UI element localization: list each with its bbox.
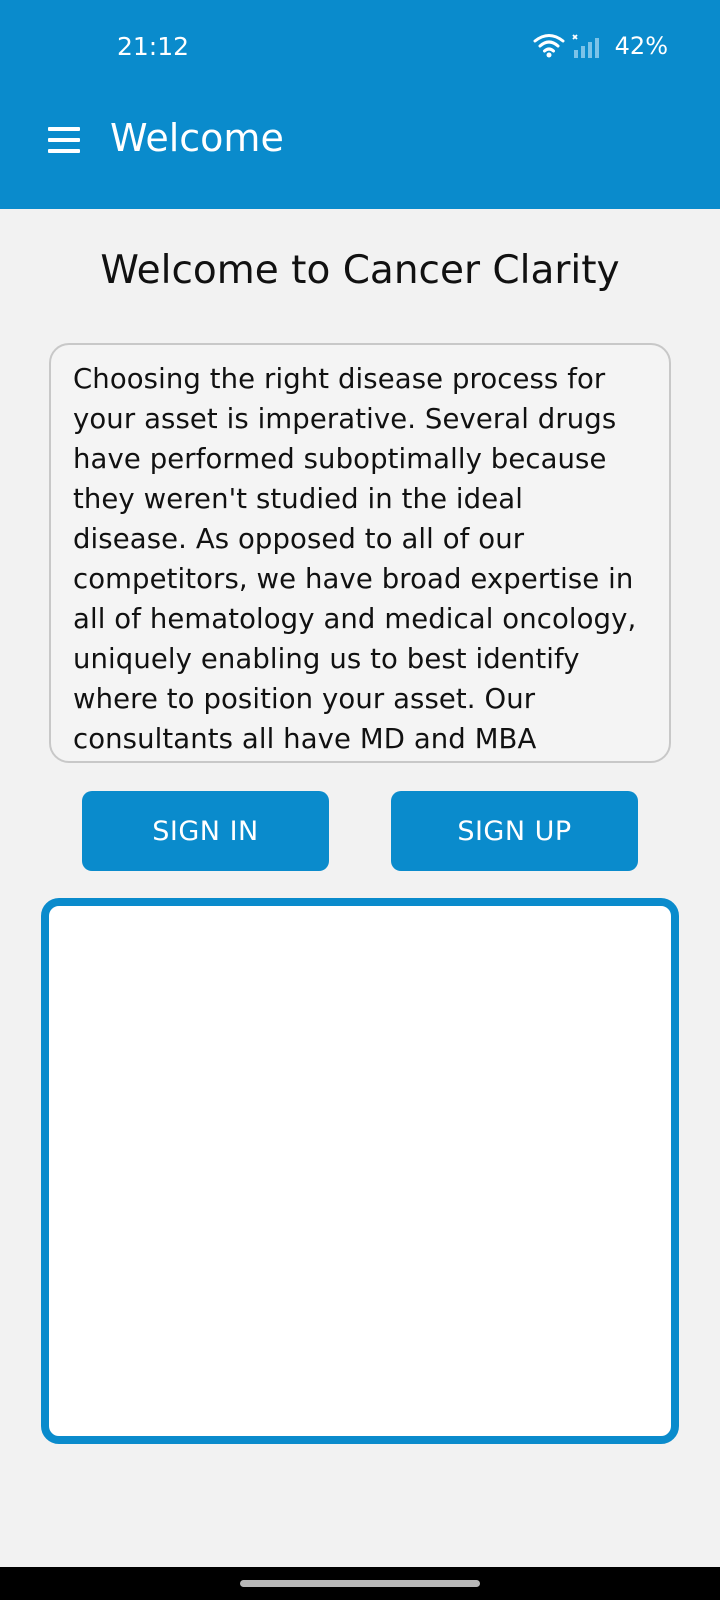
toolbar-title: Welcome — [110, 116, 284, 160]
wifi-icon — [533, 34, 565, 58]
battery-percent: 42% — [614, 32, 668, 60]
content-frame — [41, 898, 679, 1444]
status-bar: 21:12 42% — [0, 0, 720, 90]
app-bar: 21:12 42% Welcome — [0, 0, 720, 209]
system-nav-bar — [0, 1567, 720, 1600]
hamburger-menu-icon[interactable] — [44, 120, 84, 160]
status-icons: 42% — [533, 30, 668, 62]
home-handle[interactable] — [240, 1580, 480, 1587]
signal-icon — [572, 34, 599, 58]
page-title: Welcome to Cancer Clarity — [100, 248, 620, 293]
status-time: 21:12 — [117, 32, 190, 61]
description-scroll-box[interactable]: Choosing the right disease process for y… — [49, 343, 671, 763]
sign-in-button[interactable]: SIGN IN — [82, 791, 329, 871]
toolbar: Welcome — [0, 100, 720, 180]
description-text: Choosing the right disease process for y… — [73, 363, 637, 755]
sign-up-button[interactable]: SIGN UP — [391, 791, 638, 871]
